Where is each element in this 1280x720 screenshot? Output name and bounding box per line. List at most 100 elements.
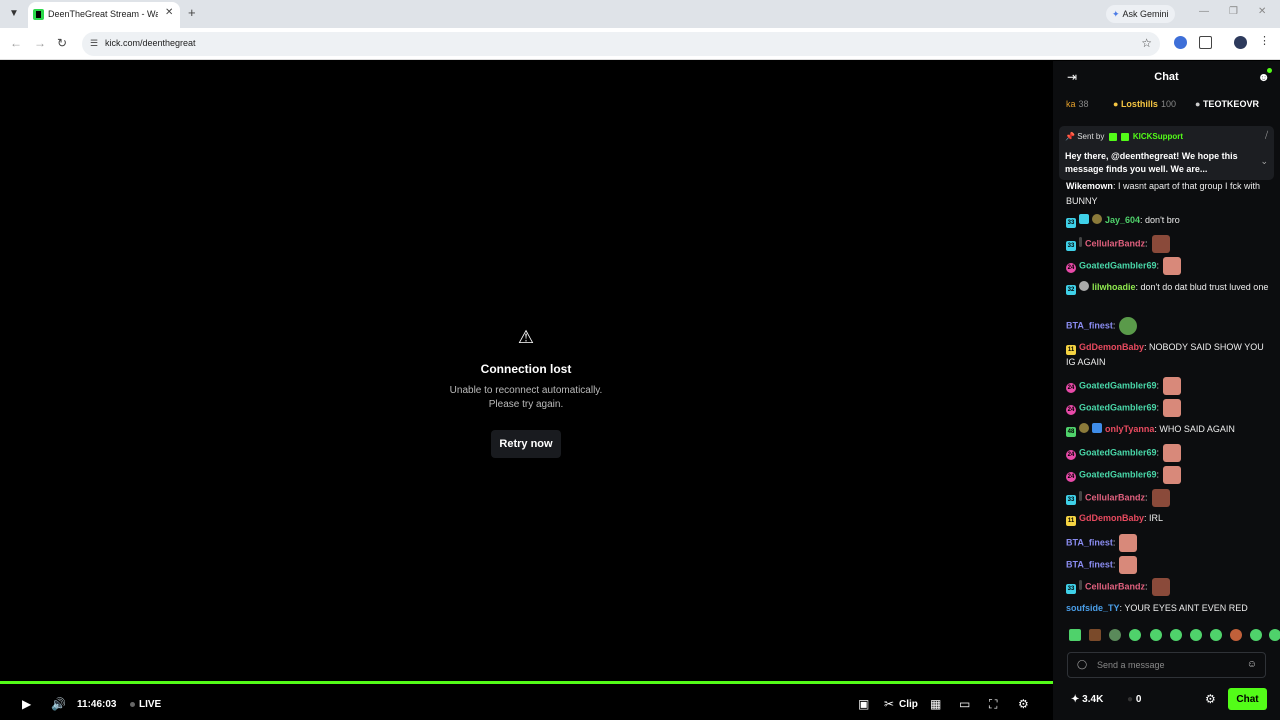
channel-points[interactable]: ● 0 (1127, 694, 1141, 705)
minimize-icon[interactable]: — (1199, 6, 1209, 17)
chat-username[interactable]: CellularBandz (1085, 238, 1145, 248)
chat-text: : (1145, 581, 1148, 592)
emote-button-icon[interactable] (1129, 629, 1141, 641)
chat-username[interactable]: BTA_finest (1066, 320, 1113, 330)
emote-button-icon[interactable] (1250, 629, 1262, 641)
patrick-emote-icon (1119, 534, 1138, 552)
hide-pin-icon[interactable]: ⧸ (1265, 130, 1268, 141)
chat-username[interactable]: GoatedGambler69 (1079, 447, 1157, 457)
clip-button[interactable]: Clip (899, 699, 918, 710)
chat-username[interactable]: onlyTyanna (1105, 424, 1154, 434)
retry-button[interactable]: Retry now (491, 430, 561, 458)
forward-icon[interactable]: → (34, 36, 46, 50)
chat-message: 33 CellularBandz: (1066, 489, 1271, 507)
chat-message: BTA_finest: (1066, 534, 1271, 552)
close-tab-icon[interactable]: ✕ (165, 7, 173, 18)
emote-button-icon[interactable] (1269, 629, 1280, 641)
chat-username[interactable]: CellularBandz (1085, 492, 1145, 502)
leaderboard-entry[interactable]: ● TEOTKEOVR (1195, 99, 1259, 109)
leaderboard-entry[interactable]: ● Losthills 100 (1113, 99, 1176, 109)
emote-button-icon[interactable] (1109, 629, 1121, 641)
subscriber-badge-icon: 33 (1066, 241, 1076, 252)
og-badge-icon (1079, 423, 1089, 433)
theater-icon[interactable]: ▣ (858, 697, 869, 711)
chat-message: 32 lilwhoadie: don't do dat blud trust lu… (1066, 280, 1271, 295)
chat-username[interactable]: BTA_finest (1066, 559, 1113, 569)
pinned-username[interactable]: KICKSupport (1133, 132, 1183, 141)
chat-username[interactable]: GoatedGambler69 (1079, 380, 1157, 390)
emote-button-icon[interactable] (1150, 629, 1162, 641)
chat-username[interactable]: lilwhoadie (1092, 282, 1136, 292)
pinned-message[interactable]: 📌 Sent by KICKSupport ⧸ Hey there, @deen… (1059, 126, 1274, 180)
chat-text: : IRL (1144, 513, 1164, 523)
maximize-icon[interactable]: ❐ (1229, 6, 1238, 17)
settings-gear-icon[interactable]: ⚙ (1018, 697, 1029, 711)
chat-message: 24 GoatedGambler69: (1066, 377, 1271, 395)
kick-badge-icon (1108, 132, 1117, 141)
new-tab-icon[interactable]: + (188, 5, 196, 20)
subscriber-badge-icon: 24 (1066, 383, 1076, 394)
chat-username[interactable]: BTA_finest (1066, 537, 1113, 547)
chat-input[interactable]: ◯ Send a message ☺ (1067, 652, 1266, 678)
send-chat-button[interactable]: Chat (1228, 688, 1267, 710)
subscriber-badge-icon: 24 (1066, 450, 1076, 461)
chat-text: : don't do dat blud trust luved one (1135, 282, 1269, 292)
emote-button-icon[interactable] (1230, 629, 1242, 641)
chat-username[interactable]: GoatedGambler69 (1079, 402, 1157, 412)
chat-settings-gear-icon[interactable]: ⚙ (1205, 692, 1216, 706)
emote-button-icon[interactable] (1190, 629, 1202, 641)
fullscreen-icon[interactable]: ⛶ (989, 697, 997, 712)
emote-button-icon[interactable] (1089, 629, 1101, 641)
chat-username[interactable]: CellularBandz (1085, 581, 1145, 591)
site-info-icon[interactable]: ☰ (90, 38, 98, 49)
tab-search-icon[interactable]: ▼ (6, 6, 22, 22)
emote-button-icon[interactable] (1170, 629, 1182, 641)
clip-icon[interactable]: ✂ (884, 697, 894, 711)
url-bar[interactable]: ☰ kick.com/deenthegreat ☆ (82, 32, 1160, 56)
leaderboard-entry[interactable]: ka 38 (1066, 99, 1089, 109)
reload-icon[interactable]: ↻ (57, 36, 67, 50)
play-icon[interactable]: ▶ (22, 697, 31, 711)
emote-button-icon[interactable] (1210, 629, 1222, 641)
badge-icon (1079, 237, 1082, 248)
ask-gemini-button[interactable]: ✦ Ask Gemini (1106, 5, 1175, 23)
gift-badge-icon (1079, 214, 1089, 224)
chat-text: : (1156, 402, 1160, 413)
chat-username[interactable]: soufside_TY (1066, 603, 1120, 613)
captions-icon[interactable]: ▦ (930, 697, 941, 711)
video-player[interactable]: ⚠ Connection lost Unable to reconnect au… (0, 61, 1053, 720)
miniplayer-icon[interactable]: ▭ (959, 697, 970, 711)
subscriber-badge-icon: 33 (1066, 218, 1076, 228)
emoji-picker-icon[interactable]: ☺ (1247, 659, 1257, 670)
profile-avatar[interactable] (1234, 36, 1247, 49)
chat-username[interactable]: Wikemown (1066, 181, 1113, 191)
subscriber-badge-icon: 11 (1066, 516, 1076, 526)
patrick-emote-icon (1163, 399, 1182, 417)
badge-icon (1079, 580, 1082, 591)
connection-lost-overlay: ⚠ Connection lost Unable to reconnect au… (426, 327, 626, 458)
progress-bar[interactable] (0, 681, 1053, 684)
subscriber-badge-icon: 48 (1066, 427, 1076, 437)
bookmark-star-icon[interactable]: ☆ (1141, 36, 1152, 50)
chat-username[interactable]: GoatedGambler69 (1079, 469, 1157, 479)
emote-icon (1151, 578, 1170, 596)
extension-icon[interactable] (1174, 36, 1187, 49)
browser-tab[interactable]: DeenTheGreat Stream - Watch Live on Kick… (28, 2, 180, 28)
live-indicator[interactable]: LIVE (130, 699, 161, 710)
chat-username[interactable]: GdDemonBaby (1079, 342, 1144, 352)
chat-username[interactable]: GoatedGambler69 (1079, 260, 1157, 270)
chat-message: BTA_finest: (1066, 317, 1271, 335)
extensions-puzzle-icon[interactable] (1199, 36, 1212, 49)
chat-title: Chat (1154, 71, 1179, 83)
chevron-down-icon[interactable]: ⌄ (1260, 156, 1268, 167)
back-icon[interactable]: ← (10, 36, 22, 50)
chat-text: : (1112, 559, 1116, 570)
close-window-icon[interactable]: ✕ (1258, 6, 1266, 17)
browser-menu-icon[interactable]: ⋮ (1259, 34, 1270, 47)
chat-username[interactable]: GdDemonBaby (1079, 513, 1144, 523)
emote-button-icon[interactable] (1069, 629, 1081, 641)
chat-panel: ⇥ Chat ☻ ka 38 ● Losthills 100 ● TEOTKEOVR… (1053, 61, 1280, 720)
volume-icon[interactable]: 🔊 (51, 697, 66, 711)
error-message-line2: Please try again. (488, 399, 564, 410)
chat-username[interactable]: Jay_604 (1105, 215, 1140, 225)
